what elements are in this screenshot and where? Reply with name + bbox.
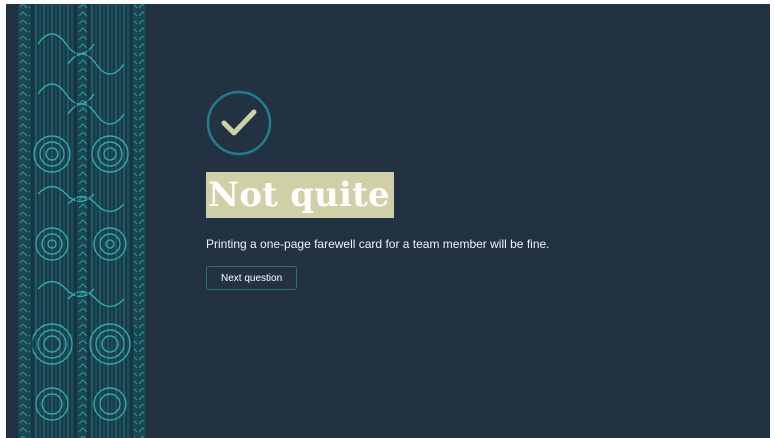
maori-kowhaiwhai-pattern-icon xyxy=(18,4,146,438)
feedback-panel: Not quite Printing a one-page farewell c… xyxy=(206,90,726,290)
next-question-button[interactable]: Next question xyxy=(206,266,298,290)
check-circle-icon xyxy=(206,90,272,156)
result-title: Not quite xyxy=(206,172,394,218)
quiz-feedback-screen: Not quite Printing a one-page farewell c… xyxy=(6,4,770,438)
feedback-message: Printing a one-page farewell card for a … xyxy=(206,237,550,251)
